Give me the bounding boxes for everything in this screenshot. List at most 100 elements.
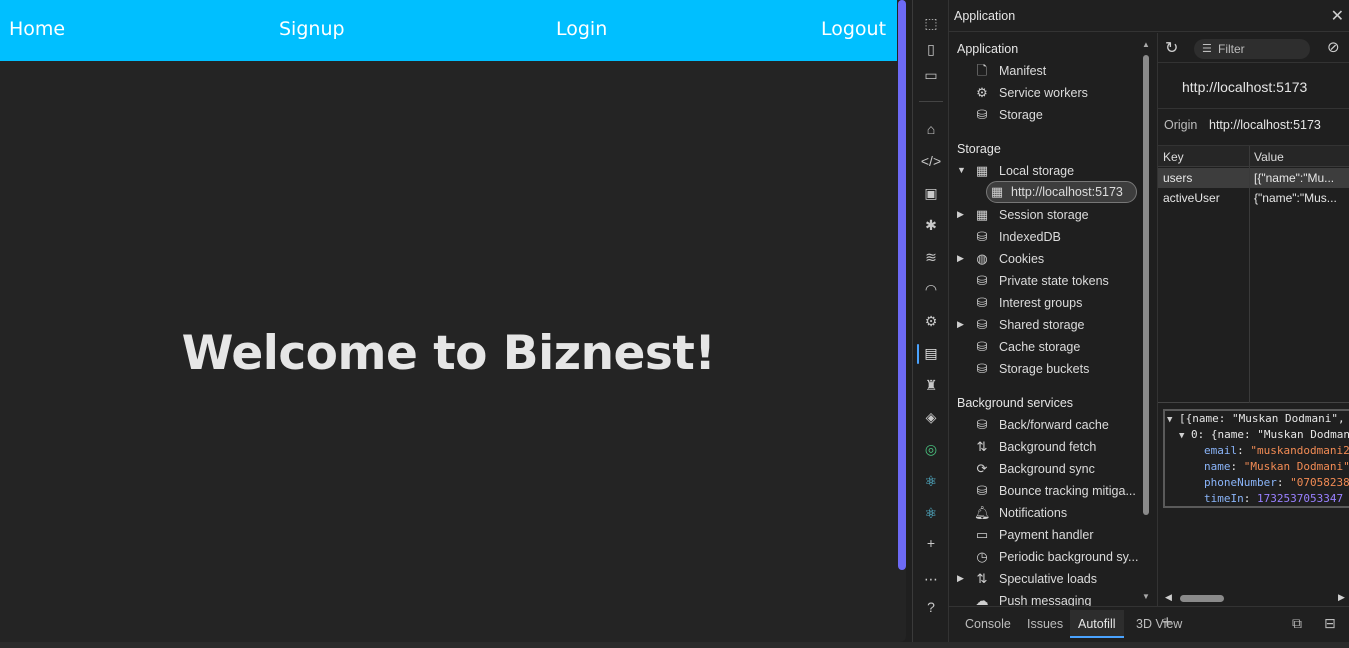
table-row[interactable]: activeUser {"name":"Mus... bbox=[1158, 188, 1349, 208]
welcome-home-icon[interactable]: ⌂ bbox=[920, 118, 942, 140]
horizontal-scrollbar[interactable]: ◀ ▶ bbox=[1158, 589, 1349, 606]
clear-all-icon[interactable]: ⊘ bbox=[1327, 38, 1340, 56]
move-drawer-icon[interactable]: ⊟ bbox=[1324, 615, 1336, 632]
scroll-left-arrow[interactable]: ◀ bbox=[1165, 592, 1172, 603]
section-header-background-services: Background services bbox=[957, 396, 1074, 410]
database-icon: ⛁ bbox=[976, 295, 988, 310]
scroll-thumb[interactable] bbox=[1180, 595, 1224, 602]
more-tools-plus-icon[interactable]: + bbox=[920, 532, 942, 554]
lighthouse-icon[interactable]: ♜ bbox=[920, 374, 942, 396]
nav-signup-link[interactable]: Signup bbox=[279, 18, 345, 40]
help-icon[interactable]: ? bbox=[920, 596, 942, 618]
tree-scroll-up-arrow[interactable]: ▲ bbox=[1142, 40, 1150, 49]
tree-item-service-workers[interactable]: ⚙ Service workers bbox=[949, 82, 1134, 104]
tree-item-push-messaging[interactable]: ☁ Push messaging bbox=[949, 590, 1134, 606]
tree-item-session-storage[interactable]: ▶ ▦ Session storage bbox=[949, 204, 1134, 226]
tree-item-shared-storage[interactable]: ▶ ⛁ Shared storage bbox=[949, 314, 1134, 336]
dock-icon[interactable]: ▭ bbox=[920, 64, 942, 86]
tree-scrollbar[interactable] bbox=[1143, 55, 1149, 515]
tree-item-manifest[interactable]: 🗋 Manifest bbox=[949, 60, 1134, 82]
elements-icon[interactable]: </> bbox=[920, 150, 942, 172]
scroll-right-arrow[interactable]: ▶ bbox=[1338, 592, 1345, 603]
network-wifi-icon[interactable]: ≋ bbox=[920, 246, 942, 268]
value-preview: ▼ [{name: "Muskan Dodmani", ▼ 0: {name: … bbox=[1163, 409, 1349, 508]
tree-item-storage[interactable]: ⛁ Storage bbox=[949, 104, 1134, 126]
up-down-arrows-icon: ⇅ bbox=[976, 439, 988, 454]
inspect-element-icon[interactable]: ⬚ bbox=[920, 12, 942, 34]
react-profiler-icon[interactable]: ⚛ bbox=[920, 502, 942, 524]
tree-item-label: Service workers bbox=[999, 86, 1088, 100]
tree-item-localhost-origin[interactable]: ▦ http://localhost:5173 bbox=[986, 181, 1137, 203]
collapsed-arrow-icon[interactable]: ▶ bbox=[957, 319, 964, 330]
drawer-tab-autofill[interactable]: Autofill bbox=[1078, 617, 1116, 631]
tree-item-background-sync[interactable]: ⟳ Background sync bbox=[949, 458, 1134, 480]
application-icon[interactable]: ▤ bbox=[920, 342, 942, 364]
preview-line: name: "Muskan Dodmani" bbox=[1204, 460, 1349, 473]
tree-item-notifications[interactable]: 🔔︎ Notifications bbox=[949, 502, 1134, 524]
tree-item-label: Session storage bbox=[999, 208, 1089, 222]
device-toolbar-icon[interactable]: ▯ bbox=[920, 38, 942, 60]
column-header-key[interactable]: Key bbox=[1163, 150, 1184, 164]
nav-home-link[interactable]: Home bbox=[9, 18, 65, 40]
expanded-arrow-icon[interactable]: ▼ bbox=[957, 165, 966, 175]
column-divider[interactable] bbox=[1249, 146, 1250, 403]
3d-cube-icon[interactable]: ◈ bbox=[920, 406, 942, 428]
database-icon: ⛁ bbox=[976, 107, 988, 122]
tree-scroll-down-arrow[interactable]: ▼ bbox=[1142, 592, 1150, 601]
devtools-drawer: Console Issues Autofill 3D View + ⧉ ⊟ bbox=[949, 606, 1349, 642]
refresh-icon[interactable]: ↻ bbox=[1165, 38, 1178, 58]
tree-item-local-storage[interactable]: ▼ ▦ Local storage bbox=[949, 160, 1134, 182]
performance-icon[interactable]: ◠ bbox=[920, 278, 942, 300]
more-options-icon[interactable]: ⋯ bbox=[920, 568, 942, 590]
drawer-tab-issues[interactable]: Issues bbox=[1027, 617, 1063, 631]
react-components-icon[interactable]: ⚛ bbox=[920, 470, 942, 492]
database-icon: ⛁ bbox=[976, 417, 988, 432]
devtools-activity-bar: ⬚ ▯ ▭ ⌂ </> ▣ ✱ ≋ ◠ ⚙ ▤ ♜ ◈ ◎ ⚛ ⚛ + ⋯ ? bbox=[913, 0, 949, 642]
table-row[interactable]: users [{"name":"Mu... bbox=[1158, 168, 1349, 188]
tree-item-label: Storage bbox=[999, 108, 1043, 122]
row-value: {"name":"Mus... bbox=[1254, 191, 1337, 205]
add-tab-plus-icon[interactable]: + bbox=[1162, 612, 1173, 633]
bell-icon: 🔔︎ bbox=[974, 505, 991, 520]
collapsed-arrow-icon[interactable]: ▶ bbox=[957, 573, 964, 584]
tree-item-background-fetch[interactable]: ⇅ Background fetch bbox=[949, 436, 1134, 458]
drawer-tab-console[interactable]: Console bbox=[965, 617, 1011, 631]
tree-item-label: Periodic background sy... bbox=[999, 550, 1139, 564]
tree-item-private-state-tokens[interactable]: ⛁ Private state tokens bbox=[949, 270, 1134, 292]
tree-item-bounce-tracking[interactable]: ⛁ Bounce tracking mitiga... bbox=[949, 480, 1136, 502]
close-icon[interactable]: ✕ bbox=[1331, 6, 1344, 26]
sources-bug-icon[interactable]: ✱ bbox=[920, 214, 942, 236]
sync-icon: ⟳ bbox=[976, 461, 988, 476]
tree-item-cache-storage[interactable]: ⛁ Cache storage bbox=[949, 336, 1134, 358]
screen: Home Signup Login Logout Welcome to Bizn… bbox=[0, 0, 1349, 648]
tree-item-interest-groups[interactable]: ⛁ Interest groups bbox=[949, 292, 1134, 314]
preview-value: "Muskan Dodmani" bbox=[1243, 460, 1349, 473]
console-icon[interactable]: ▣ bbox=[920, 182, 942, 204]
window-bottom-edge bbox=[0, 642, 1349, 648]
undock-drawer-icon[interactable]: ⧉ bbox=[1292, 615, 1302, 632]
expanded-arrow-icon[interactable]: ▼ bbox=[1167, 415, 1172, 425]
memory-icon[interactable]: ⚙ bbox=[920, 310, 942, 332]
expanded-arrow-icon[interactable]: ▼ bbox=[1179, 431, 1184, 441]
tree-item-cookies[interactable]: ▶ ◍ Cookies bbox=[949, 248, 1134, 270]
tree-item-storage-buckets[interactable]: ⛁ Storage buckets bbox=[949, 358, 1134, 380]
file-icon: 🗋 bbox=[976, 63, 988, 78]
tree-item-speculative-loads[interactable]: ▶ ⇅ Speculative loads bbox=[949, 568, 1134, 590]
drawer-tab-3d-view[interactable]: 3D View bbox=[1136, 617, 1182, 631]
divider bbox=[1158, 108, 1349, 109]
tree-item-indexeddb[interactable]: ⛁ IndexedDB bbox=[949, 226, 1134, 248]
nav-logout-link[interactable]: Logout bbox=[821, 18, 886, 40]
collapsed-arrow-icon[interactable]: ▶ bbox=[957, 209, 964, 220]
column-header-value[interactable]: Value bbox=[1254, 150, 1284, 164]
app-scrollbar[interactable] bbox=[898, 0, 906, 570]
preview-value: "muskandodmani2 bbox=[1250, 444, 1349, 457]
tree-item-payment-handler[interactable]: ▭ Payment handler bbox=[949, 524, 1134, 546]
filter-input[interactable]: ☰ Filter bbox=[1194, 39, 1310, 59]
tree-item-periodic-background-sync[interactable]: ◷ Periodic background sy... bbox=[949, 546, 1138, 568]
preview-line: ▼ 0: {name: "Muskan Dodman bbox=[1179, 428, 1349, 441]
tree-item-back-forward-cache[interactable]: ⛁ Back/forward cache bbox=[949, 414, 1134, 436]
grid-table-icon: ▦ bbox=[975, 163, 989, 178]
nav-login-link[interactable]: Login bbox=[556, 18, 607, 40]
collapsed-arrow-icon[interactable]: ▶ bbox=[957, 253, 964, 264]
recorder-icon[interactable]: ◎ bbox=[920, 438, 942, 460]
